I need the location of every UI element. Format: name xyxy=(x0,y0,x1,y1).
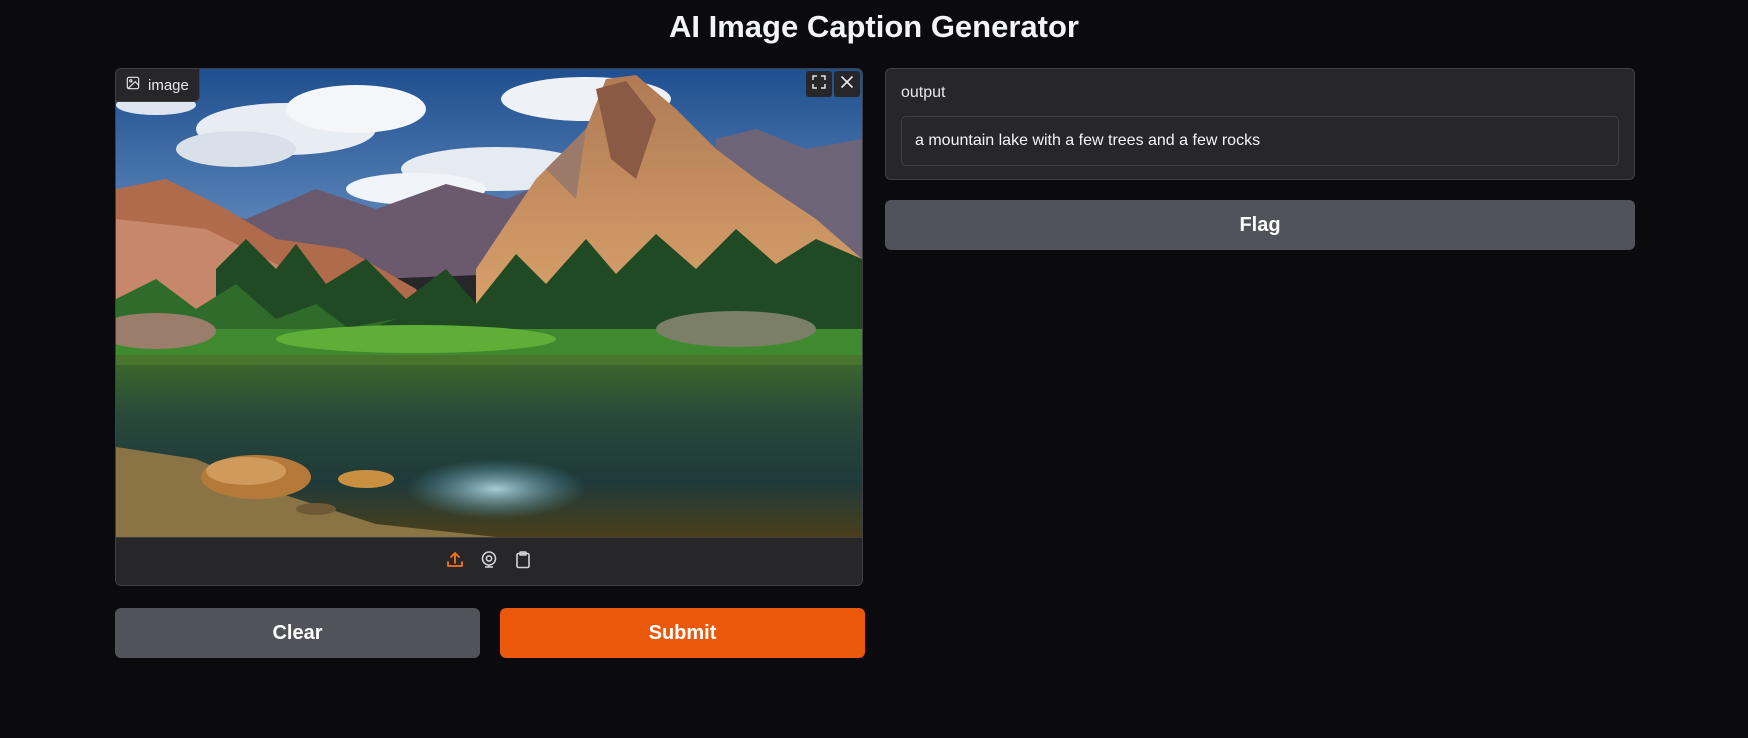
fullscreen-icon xyxy=(811,74,827,95)
page-title: AI Image Caption Generator xyxy=(669,9,1079,44)
image-toolbar xyxy=(806,71,860,97)
fullscreen-button[interactable] xyxy=(806,71,832,97)
flag-button[interactable]: Flag xyxy=(885,200,1635,250)
output-textbox: output a mountain lake with a few trees … xyxy=(885,68,1635,180)
output-label: output xyxy=(901,84,946,101)
image-source-bar xyxy=(116,537,862,585)
upload-icon xyxy=(445,550,465,575)
image-label-tag: image xyxy=(116,69,200,102)
clear-image-button[interactable] xyxy=(834,71,860,97)
clipboard-icon xyxy=(513,550,533,575)
clear-button[interactable]: Clear xyxy=(115,608,480,658)
upload-source-button[interactable] xyxy=(444,551,466,573)
image-label: image xyxy=(148,76,189,94)
webcam-icon xyxy=(479,550,499,575)
webcam-source-button[interactable] xyxy=(478,550,500,575)
image-input: image xyxy=(115,68,863,586)
close-icon xyxy=(839,74,855,95)
image-icon xyxy=(126,76,140,94)
submit-button[interactable]: Submit xyxy=(500,608,865,658)
output-caption-field[interactable]: a mountain lake with a few trees and a f… xyxy=(901,116,1619,166)
landscape-image[interactable] xyxy=(116,69,862,537)
clipboard-source-button[interactable] xyxy=(512,550,534,575)
